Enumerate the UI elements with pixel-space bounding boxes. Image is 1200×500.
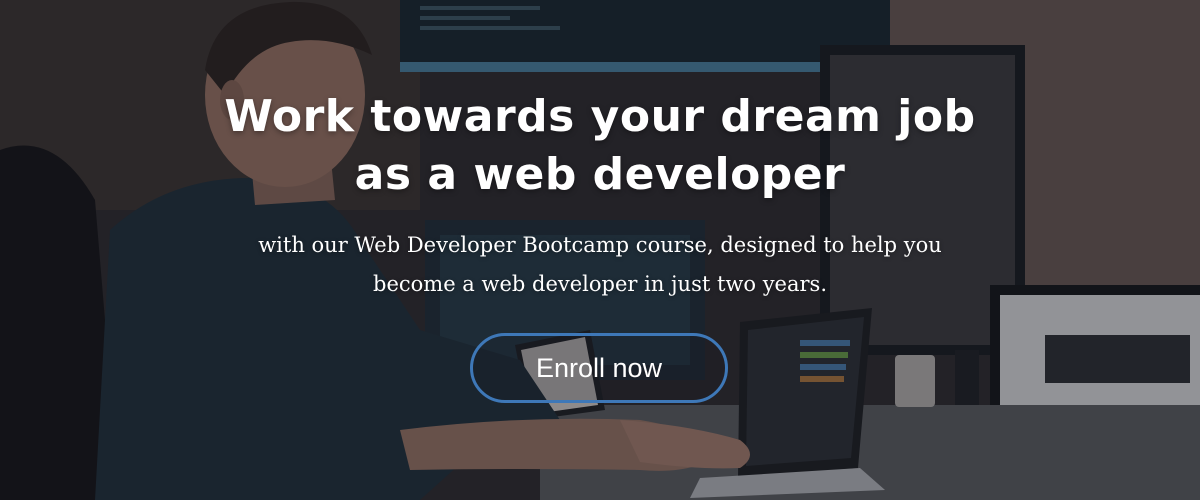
- headline: Work towards your dream job as a web dev…: [0, 88, 1200, 204]
- enroll-now-button[interactable]: Enroll now: [470, 333, 728, 403]
- subtitle-line-2: become a web developer in just two years…: [373, 272, 827, 296]
- headline-line-1: Work towards your dream job: [224, 91, 976, 142]
- headline-line-2: as a web developer: [354, 149, 846, 200]
- subtitle: with our Web Developer Bootcamp course, …: [0, 226, 1200, 304]
- banner-content: Work towards your dream job as a web dev…: [0, 0, 1200, 500]
- subtitle-line-1: with our Web Developer Bootcamp course, …: [258, 233, 942, 257]
- hero-banner: Work towards your dream job as a web dev…: [0, 0, 1200, 500]
